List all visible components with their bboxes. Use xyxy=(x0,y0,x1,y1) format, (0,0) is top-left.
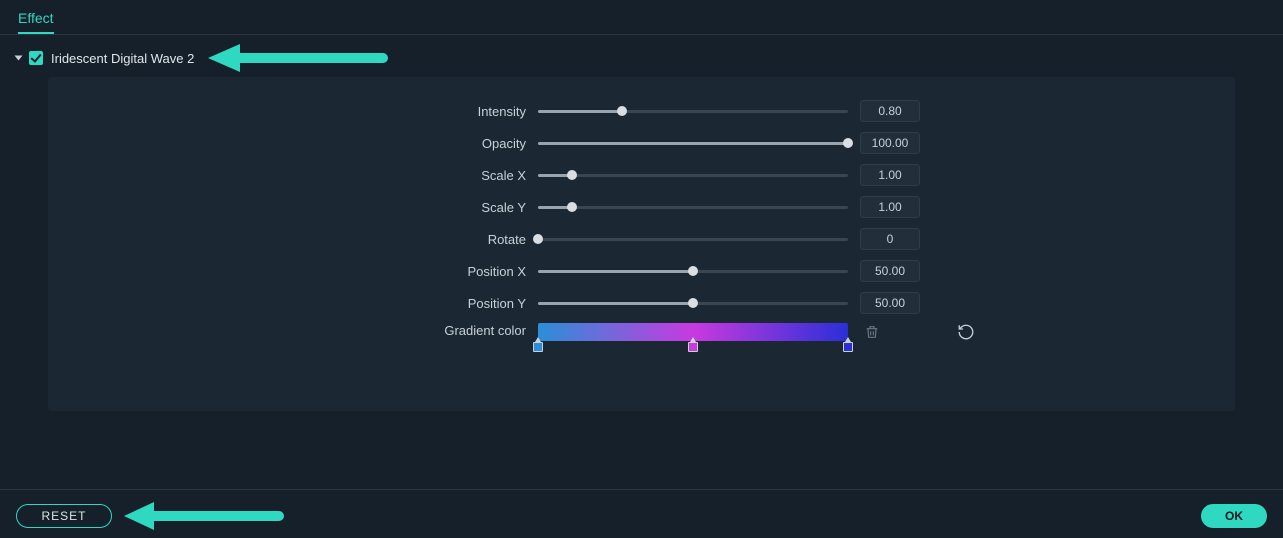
gradient-stop-2[interactable] xyxy=(843,342,853,354)
scalex-label: Scale X xyxy=(48,168,538,183)
posx-value[interactable]: 50.00 xyxy=(860,260,920,282)
gradient-stop-0[interactable] xyxy=(533,342,543,354)
gradient-label: Gradient color xyxy=(48,323,538,338)
gradient-stop-1[interactable] xyxy=(688,342,698,354)
scaley-label: Scale Y xyxy=(48,200,538,215)
posy-label: Position Y xyxy=(48,296,538,311)
gradient-color-bar[interactable] xyxy=(538,323,848,341)
expand-triangle-icon[interactable] xyxy=(15,56,23,61)
footer-bar: RESET OK xyxy=(0,504,1283,528)
posx-slider[interactable] xyxy=(538,261,848,281)
opacity-value[interactable]: 100.00 xyxy=(860,132,920,154)
posy-slider[interactable] xyxy=(538,293,848,313)
param-row-opacity: Opacity 100.00 xyxy=(48,127,1235,159)
scalex-slider[interactable] xyxy=(538,165,848,185)
posy-value[interactable]: 50.00 xyxy=(860,292,920,314)
effect-parameters-panel: Intensity 0.80 Opacity 100.00 Scale X 1.… xyxy=(48,77,1235,411)
intensity-label: Intensity xyxy=(48,104,538,119)
param-row-scalex: Scale X 1.00 xyxy=(48,159,1235,191)
param-row-intensity: Intensity 0.80 xyxy=(48,95,1235,127)
scalex-value[interactable]: 1.00 xyxy=(860,164,920,186)
intensity-value[interactable]: 0.80 xyxy=(860,100,920,122)
posx-label: Position X xyxy=(48,264,538,279)
intensity-slider[interactable] xyxy=(538,101,848,121)
annotation-arrow-effect xyxy=(208,47,388,69)
param-row-posx: Position X 50.00 xyxy=(48,255,1235,287)
param-row-posy: Position Y 50.00 xyxy=(48,287,1235,319)
param-row-rotate: Rotate 0 xyxy=(48,223,1235,255)
scaley-slider[interactable] xyxy=(538,197,848,217)
ok-button[interactable]: OK xyxy=(1201,504,1267,528)
effect-section-header[interactable]: Iridescent Digital Wave 2 xyxy=(0,35,1283,77)
rotate-value[interactable]: 0 xyxy=(860,228,920,250)
opacity-slider[interactable] xyxy=(538,133,848,153)
effect-enabled-checkbox[interactable] xyxy=(29,51,43,65)
panel-header: Effect xyxy=(0,0,1283,34)
tab-effect[interactable]: Effect xyxy=(18,10,54,34)
reset-icon[interactable] xyxy=(957,323,975,341)
rotate-label: Rotate xyxy=(48,232,538,247)
effect-name-label: Iridescent Digital Wave 2 xyxy=(51,51,194,66)
reset-button[interactable]: RESET xyxy=(16,504,112,528)
param-row-gradient: Gradient color xyxy=(48,319,1235,351)
param-row-scaley: Scale Y 1.00 xyxy=(48,191,1235,223)
footer-divider xyxy=(0,489,1283,490)
trash-icon[interactable] xyxy=(864,323,880,341)
scaley-value[interactable]: 1.00 xyxy=(860,196,920,218)
opacity-label: Opacity xyxy=(48,136,538,151)
rotate-slider[interactable] xyxy=(538,229,848,249)
annotation-arrow-reset xyxy=(124,505,284,527)
